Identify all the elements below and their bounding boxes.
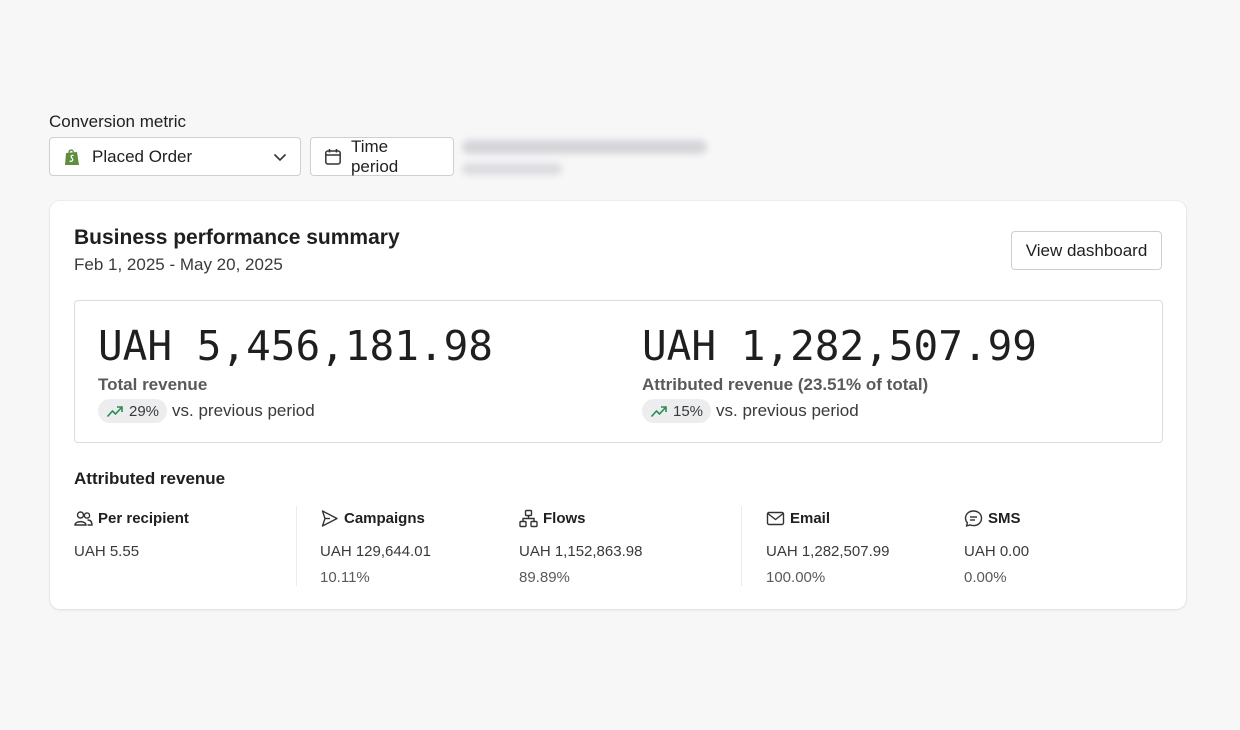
attributed-revenue-change-badge: 15%	[642, 399, 712, 423]
total-revenue-change-badge: 29%	[98, 399, 168, 423]
time-period-label: Time period	[350, 136, 399, 176]
flows-column: Flows UAH 1,152,863.98 89.89%	[519, 506, 642, 586]
send-icon	[321, 509, 338, 527]
per-recipient-column: Per recipient UAH 5.55	[74, 506, 189, 586]
flow-icon	[519, 509, 538, 527]
email-percent: 100.00%	[766, 569, 826, 586]
total-revenue-stat: UAH 5,456,181.98 Total revenue 29% vs. p…	[98, 323, 493, 423]
conversion-metric-label: Conversion metric	[49, 112, 186, 131]
conversion-metric-select[interactable]: Placed Order	[49, 137, 301, 176]
campaigns-percent: 10.11%	[320, 569, 370, 586]
calendar-icon	[325, 148, 341, 165]
blurred-comparison-text	[462, 137, 712, 179]
attributed-revenue-label: Attributed revenue (23.51% of total)	[642, 375, 929, 394]
per-recipient-value: UAH 5.55	[74, 543, 140, 560]
total-revenue-trend: 29% vs. previous period	[98, 399, 493, 423]
total-revenue-label: Total revenue	[98, 375, 208, 394]
email-column: Email UAH 1,282,507.99 100.00%	[766, 506, 890, 587]
card-title: Business performance summary	[74, 226, 400, 249]
revenue-summary-box: UAH 5,456,181.98 Total revenue 29% vs. p…	[74, 300, 1163, 443]
sms-label: SMS	[988, 509, 1021, 527]
metric-select-value: Placed Order	[92, 146, 193, 166]
trend-up-icon	[650, 406, 667, 418]
card-date-range: Feb 1, 2025 - May 20, 2025	[74, 255, 283, 274]
total-revenue-value: UAH 5,456,181.98	[98, 322, 493, 370]
sms-percent: 0.00%	[964, 569, 1007, 586]
shopify-bag-icon	[65, 148, 79, 165]
chevron-down-icon	[273, 153, 287, 161]
sms-column: SMS UAH 0.00 0.00%	[964, 506, 1030, 587]
per-recipient-header: Per recipient	[74, 506, 189, 530]
users-icon	[74, 510, 93, 526]
attributed-revenue-value: UAH 1,282,507.99	[642, 322, 1037, 370]
flows-percent: 89.89%	[519, 569, 570, 586]
attributed-revenue-stat: UAH 1,282,507.99 Attributed revenue (23.…	[642, 323, 1037, 423]
sms-value: UAH 0.00	[964, 543, 1030, 560]
attributed-revenue-trend: 15% vs. previous period	[642, 399, 1037, 423]
total-revenue-change: 29%	[129, 402, 160, 420]
business-performance-card: Business performance summary Feb 1, 2025…	[50, 201, 1186, 609]
sms-header: SMS	[964, 506, 1029, 530]
campaigns-label: Campaigns	[344, 509, 425, 527]
attributed-revenue-breakdown: Per recipient UAH 5.55 Campaigns UAH 129…	[74, 506, 1163, 586]
per-recipient-label: Per recipient	[98, 509, 189, 527]
total-revenue-comparison: vs. previous period	[172, 401, 315, 420]
chat-icon	[964, 509, 983, 527]
time-period-button[interactable]: Time period	[310, 137, 454, 176]
flows-label: Flows	[543, 509, 586, 527]
attributed-revenue-comparison: vs. previous period	[716, 401, 859, 420]
flows-value: UAH 1,152,863.98	[519, 543, 643, 560]
view-dashboard-button[interactable]: View dashboard	[1011, 231, 1162, 270]
flows-header: Flows	[519, 506, 642, 530]
campaigns-value: UAH 129,644.01	[320, 543, 431, 560]
column-divider	[296, 506, 297, 586]
campaigns-header: Campaigns	[320, 506, 431, 530]
trend-up-icon	[106, 406, 123, 418]
column-divider	[741, 506, 742, 586]
email-label: Email	[790, 509, 831, 527]
attributed-revenue-section-title: Attributed revenue	[74, 469, 226, 488]
email-header: Email	[766, 506, 889, 530]
attributed-revenue-change: 15%	[673, 402, 704, 420]
campaigns-column: Campaigns UAH 129,644.01 10.11%	[320, 506, 431, 587]
email-value: UAH 1,282,507.99	[766, 543, 890, 560]
mail-icon	[766, 511, 785, 525]
